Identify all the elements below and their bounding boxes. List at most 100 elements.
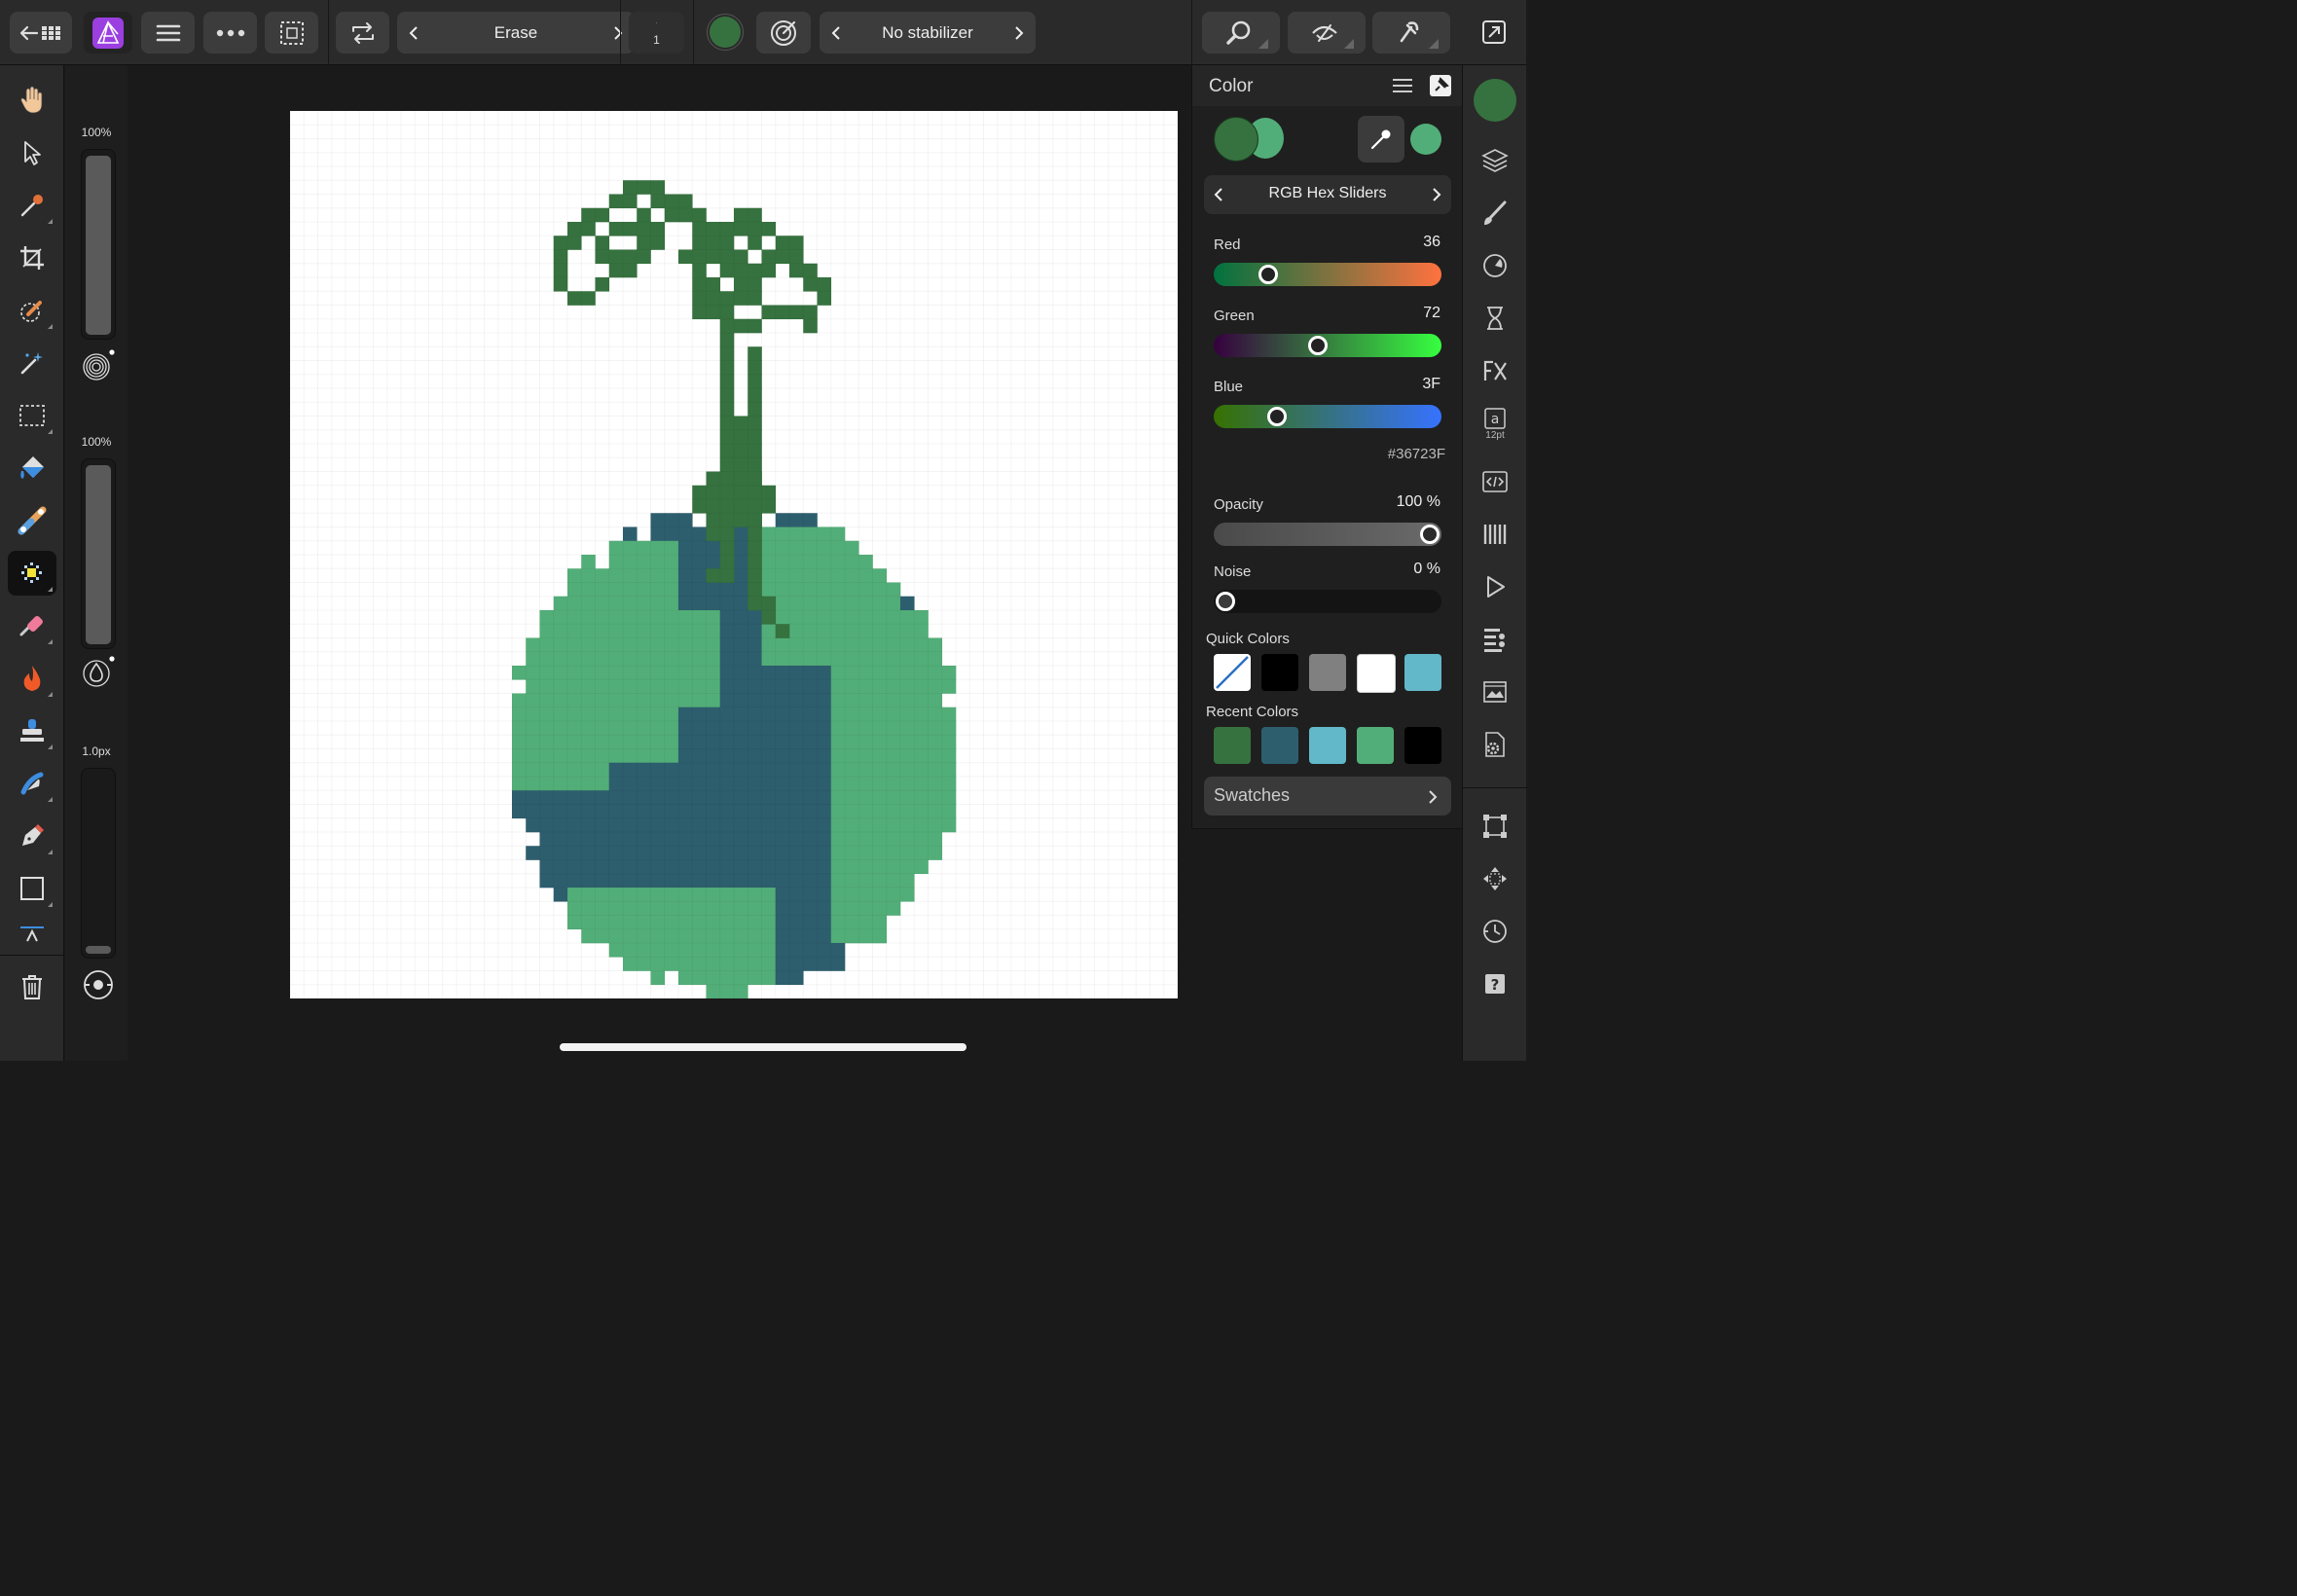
gradient-tool[interactable] [8,498,56,543]
selection-brush-tool[interactable] [8,288,56,333]
blue-slider[interactable] [1214,405,1441,428]
noise-slider[interactable] [1214,590,1441,613]
channels-studio-button[interactable] [1471,512,1519,557]
opacity-slider[interactable] [1214,523,1441,546]
persona-button[interactable] [84,12,132,54]
clone-tool[interactable] [8,708,56,753]
opacity-slider-knob[interactable] [1420,525,1440,544]
adjustments-studio-button[interactable] [1471,243,1519,288]
pixel [872,901,888,916]
hex-value[interactable]: #36723F [1388,446,1445,462]
fill-tool[interactable] [8,446,56,490]
selection-button[interactable] [265,12,318,54]
view-zoom-button[interactable] [1202,12,1280,54]
blue-slider-knob[interactable] [1266,407,1287,426]
transform-studio-button[interactable] [1471,804,1519,849]
quick-color-swatch[interactable] [1404,654,1441,691]
pixel-tool[interactable] [8,551,56,596]
delete-button[interactable] [8,964,56,1009]
force-pressure-button[interactable] [756,12,811,54]
blue-value[interactable]: 3F [1422,376,1440,393]
primary-color-well[interactable] [1214,117,1258,162]
view-tool[interactable] [8,78,56,123]
quick-color-swatch[interactable] [1261,654,1298,691]
effects-studio-button[interactable] [1471,348,1519,393]
navigator-studio-button[interactable] [1471,670,1519,714]
green-slider-knob[interactable] [1307,336,1328,355]
quick-color-swatch[interactable] [1357,654,1396,693]
document-canvas[interactable] [290,111,1178,998]
opacity-slider[interactable] [81,458,116,649]
view-mode-button[interactable] [1288,12,1366,54]
current-color-well[interactable] [707,14,744,51]
color-mode-selector[interactable]: RGB Hex Sliders [1204,175,1451,214]
pressure-button[interactable] [82,968,115,1001]
width-slider[interactable] [81,768,116,959]
recent-color-swatch[interactable] [1214,727,1251,764]
crop-tool[interactable] [8,236,56,280]
opacity-jitter-button[interactable] [82,656,115,689]
recent-color-swatch[interactable] [1309,727,1346,764]
stock-studio-button[interactable] [1471,617,1519,662]
macro-studio-button[interactable] [1471,564,1519,609]
red-value[interactable]: 36 [1423,234,1440,251]
noise-value[interactable]: 0 % [1413,561,1440,578]
erase-tool[interactable] [8,603,56,648]
pen-tool[interactable] [8,814,56,858]
green-value[interactable]: 72 [1423,305,1440,322]
layers-studio-button[interactable] [1471,138,1519,183]
help-button[interactable]: ? [1471,961,1519,1006]
chevron-right-icon[interactable] [1432,187,1441,202]
settings-studio-button[interactable] [1471,722,1519,767]
magnifier-icon [1226,20,1268,49]
color-picker-tool[interactable] [8,183,56,228]
opacity-value[interactable]: 100 % [1397,493,1440,511]
move-studio-button[interactable] [1471,856,1519,901]
recent-color-swatch[interactable] [1261,727,1298,764]
history-studio-button[interactable] [1471,296,1519,341]
picked-color-swatch[interactable] [1410,124,1441,155]
back-to-gallery-button[interactable] [10,12,72,54]
size-jitter-button[interactable] [82,349,115,382]
marquee-tool[interactable] [8,393,56,438]
dodge-burn-tool[interactable] [8,656,56,701]
text-styles-studio-button[interactable]: a 12pt [1471,401,1519,446]
chevron-right-icon[interactable] [613,25,623,41]
text-tool[interactable] [8,919,56,948]
stepper-control[interactable]: · 1 [629,12,684,54]
studio-toggle-button[interactable] [1479,18,1509,47]
source-studio-button[interactable] [1471,459,1519,504]
swap-button[interactable] [336,12,389,54]
assistant-button[interactable] [1372,12,1450,54]
color-studio-button[interactable] [1474,79,1516,122]
flood-select-tool[interactable] [8,341,56,385]
green-slider[interactable] [1214,334,1441,357]
history-timeline-button[interactable] [1471,909,1519,954]
rectangle-tool[interactable] [8,866,56,911]
panel-menu-button[interactable] [1391,77,1414,94]
recent-color-swatch[interactable] [1357,727,1394,764]
chevron-left-icon[interactable] [409,25,419,41]
swatches-button[interactable]: Swatches [1204,777,1451,816]
more-button[interactable] [203,12,257,54]
home-indicator[interactable] [560,1043,966,1051]
move-tool[interactable] [8,130,56,175]
quick-color-swatch[interactable] [1214,654,1251,691]
recent-color-swatch[interactable] [1404,727,1441,764]
noise-slider-knob[interactable] [1216,592,1235,611]
pixel [567,568,582,583]
stabilizer-selector[interactable]: No stabilizer [820,12,1036,54]
red-slider[interactable] [1214,263,1441,286]
tool-mode-selector[interactable]: Erase [397,12,635,54]
menu-button[interactable] [141,12,195,54]
pixel [706,277,721,292]
pin-panel-button[interactable] [1430,75,1451,96]
red-slider-knob[interactable] [1258,265,1279,284]
chevron-right-icon[interactable] [1014,25,1024,41]
smudge-tool[interactable] [8,761,56,806]
chevron-left-icon[interactable] [831,25,841,41]
brushes-studio-button[interactable] [1471,191,1519,236]
size-slider[interactable] [81,149,116,340]
eyedropper-button[interactable] [1358,116,1404,163]
quick-color-swatch[interactable] [1309,654,1346,691]
